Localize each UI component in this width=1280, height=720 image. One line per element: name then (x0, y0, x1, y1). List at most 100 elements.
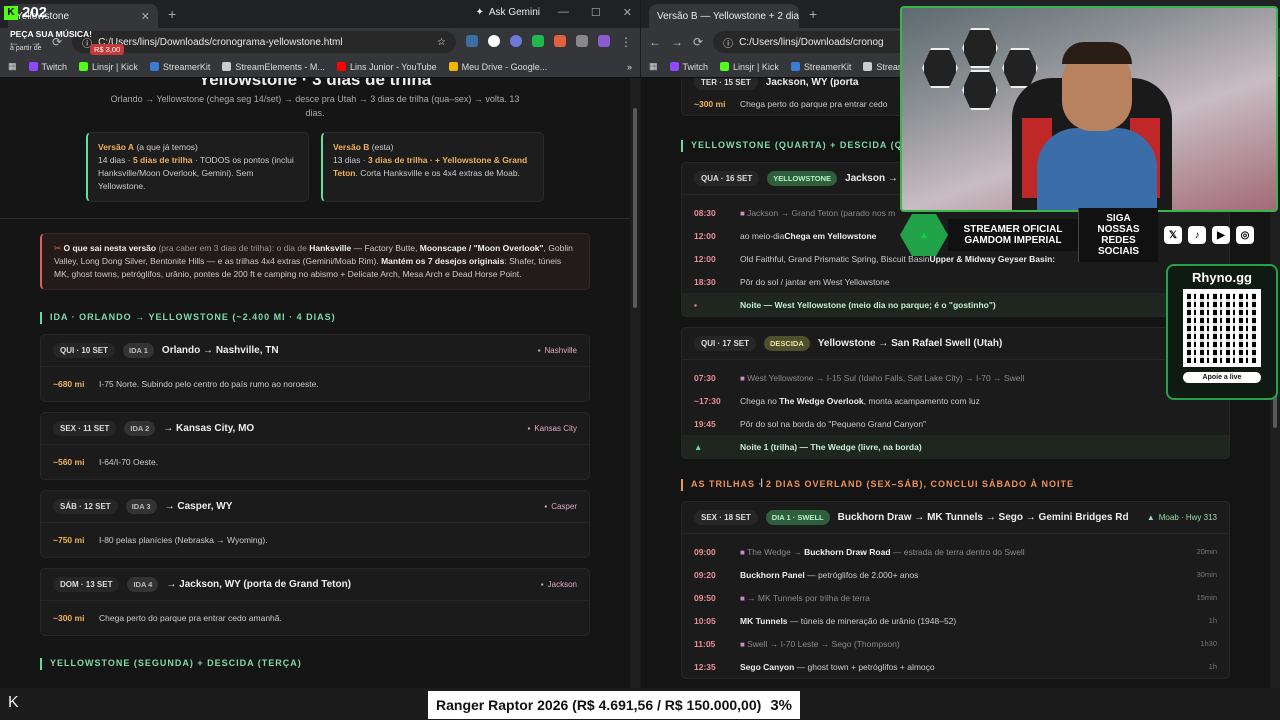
youtube-icon (336, 62, 346, 71)
bookmark-streamerkit[interactable]: StreamerKit (790, 62, 851, 72)
day-tag: IDA 1 (123, 343, 154, 358)
drive-icon (448, 62, 458, 71)
day-card-18: SEX · 18 SET DIA 1 · SWELL Buckhorn Draw… (681, 501, 1230, 679)
new-tab-icon[interactable]: + (168, 6, 176, 22)
car-icon: ■ (740, 208, 748, 218)
tent-icon: ▪ (694, 299, 698, 310)
apps-grid-icon[interactable]: ▦ (649, 61, 658, 72)
schedule-time: 08:30 (694, 207, 716, 218)
section-yellowstone: YELLOWSTONE (SEGUNDA) + DESCIDA (TERÇA) (40, 658, 590, 670)
kick-logo-icon: K (4, 5, 18, 20)
bookmark-star-icon[interactable]: ☆ (437, 37, 446, 48)
schedule-desc: — ghost town + petróglifos + almoço (794, 661, 935, 672)
route-title: → Casper, WY (164, 501, 233, 512)
page-content: Yellowstone · 3 dias de trilha Orlando →… (0, 78, 630, 688)
duration: 20min (1196, 547, 1217, 556)
version-b-box: Versão B (esta) 13 dias · 3 dias de tril… (321, 132, 544, 202)
schedule-time: 12:00 (694, 253, 716, 264)
tab-active[interactable]: Versão B — Yellowstone + 2 dias ✕ (649, 4, 799, 28)
day-card-header: DOM · 13 SET IDA 4 → Jackson, WY (porta de… (41, 569, 589, 601)
streamer-shirt (1037, 128, 1157, 210)
schedule-desc: , monta acampamento com luz (863, 395, 980, 406)
left-browser-window: Yellowstone ✕ + ✦ Ask Gemini — ☐ ✕ ← → ⟳ ⓘ … (0, 0, 640, 688)
date-badge: SEX · 11 SET (53, 421, 117, 436)
bookmark-twitch[interactable]: Twitch (28, 62, 67, 72)
schedule-text: Pôr do sol na borda do "Pequeno Grand Ca… (740, 419, 926, 429)
schedule-text: Pôr do sol / jantar em West Yellowstone (740, 277, 890, 287)
close-tab-icon[interactable]: ✕ (141, 10, 150, 23)
schedule-desc: Jackson → Grand Teton (parado nos m (747, 207, 896, 218)
schedule-row: 19:45 Pôr do sol na borda do "Pequeno Gra… (682, 412, 1229, 435)
ask-gemini-button[interactable]: ✦ Ask Gemini (475, 7, 540, 18)
apps-grid-icon[interactable]: ▦ (8, 61, 17, 72)
tab-title: Versão B — Yellowstone + 2 dias (657, 10, 799, 22)
car-icon: ■ (740, 373, 748, 383)
hotel-icon: ▪ (544, 502, 548, 511)
schedule-text: ao meio-diaChega em Yellowstone (740, 231, 876, 241)
scrollbar[interactable] (630, 78, 640, 688)
hex-shelf (962, 70, 998, 110)
schedule-time: ~17:30 (694, 395, 721, 406)
date-badge: TER · 15 SET (694, 78, 758, 90)
extension-icon[interactable] (510, 35, 522, 47)
more-bookmarks-icon[interactable]: » (627, 62, 632, 72)
bookmark-kick[interactable]: Linsjr | Kick (720, 62, 779, 72)
schedule-time: 12:35 (694, 661, 716, 672)
minimize-icon[interactable]: — (558, 6, 569, 19)
extension-icon[interactable] (554, 35, 566, 47)
bookmark-streamerkit[interactable]: StreamerKit (149, 62, 210, 72)
streamelements-icon (222, 62, 232, 71)
profile-icon[interactable] (598, 35, 610, 47)
apoie-label: Apoie a live (1183, 372, 1261, 383)
back-icon[interactable]: ← (649, 35, 661, 49)
day-card: SEX · 11 SET IDA 2 → Kansas City, MO ▪ Kansa… (40, 412, 590, 480)
schedule-row: 07:30 ■ West Yellowstone → I-15 Sul (Idah… (682, 366, 1229, 389)
day-row: ~750 mi I-80 pelas planícies (Nebraska → … (41, 523, 589, 557)
close-window-icon[interactable]: ✕ (623, 6, 632, 19)
schedule-highlight: Buckhorn Panel (740, 569, 805, 580)
reload-icon[interactable]: ⟳ (693, 35, 703, 49)
banner-streamer-oficial: STREAMER OFICIAL GAMDOM IMPERIAL (948, 219, 1078, 251)
extension-icon[interactable] (466, 35, 478, 47)
day-card-header: SÁB · 12 SET IDA 3 → Casper, WY ▪ Casper (41, 491, 589, 523)
price-label: a partir de (10, 45, 42, 52)
schedule-text: Chega no The Wedge Overlook, monta acamp… (740, 396, 980, 406)
puzzle-icon[interactable] (576, 35, 588, 47)
x-icon: 𝕏 (1164, 226, 1182, 244)
bookmark-youtube[interactable]: Lins Junior - YouTube (336, 62, 437, 72)
day-description: I-80 pelas planícies (Nebraska → Wyoming… (99, 535, 268, 545)
youtube-icon: ▶ (1212, 226, 1230, 244)
scrollbar-thumb[interactable] (633, 108, 637, 308)
schedule-time: 12:00 (694, 230, 716, 241)
schedule-text: MK Tunnels — túneis de mineração de urân… (740, 616, 956, 626)
streamelements-icon (863, 62, 873, 71)
schedule-highlight: Sego Canyon (740, 661, 795, 672)
car-icon: ■ (740, 547, 748, 557)
viewer-count: 202 (22, 4, 48, 21)
bookmark-twitch[interactable]: Twitch (669, 62, 708, 72)
schedule-desc: ao meio-dia (740, 230, 785, 241)
tree-icon: ▲ (694, 441, 703, 452)
route-title: Jackson, WY (porta (765, 78, 859, 88)
forward-icon[interactable]: → (671, 35, 683, 49)
schedule-row: 09:00 ■ The Wedge → Buckhorn Draw Road — … (682, 540, 1229, 563)
day-card: QUI · 10 SET IDA 1 Orlando → Nashville, TN… (40, 334, 590, 402)
start-icon[interactable]: K (8, 694, 19, 712)
instagram-icon: ◎ (1236, 226, 1254, 244)
schedule-text: Buckhorn Panel — petróglifos de 2.000+ a… (740, 570, 918, 580)
destination-badge: ▲ Moab · Hwy 313 (1146, 513, 1217, 522)
menu-dots-icon[interactable]: ⋮ (620, 35, 632, 49)
new-tab-icon[interactable]: + (809, 6, 817, 22)
schedule-desc: West Yellowstone → I-15 Sul (Idaho Falls… (747, 372, 1025, 383)
destination-name: Casper (551, 502, 577, 511)
bookmark-kick[interactable]: Linsjr | Kick (79, 62, 138, 72)
bookmark-drive[interactable]: Meu Drive - Google... (448, 62, 547, 72)
google-icon[interactable] (488, 35, 500, 47)
schedule-desc: The Wedge → (747, 546, 805, 557)
bookmark-streamelements[interactable]: StreamElements - M... (222, 62, 325, 72)
maximize-icon[interactable]: ☐ (591, 6, 601, 19)
sponsor-banner: ▲ STREAMER OFICIAL GAMDOM IMPERIAL SIGA … (900, 208, 1280, 262)
extension-icon[interactable] (532, 35, 544, 47)
gamdom-logo-icon: ▲ (900, 214, 948, 256)
warning-box: ✂ O que sai nesta versão (pra caber em 3… (40, 233, 590, 290)
